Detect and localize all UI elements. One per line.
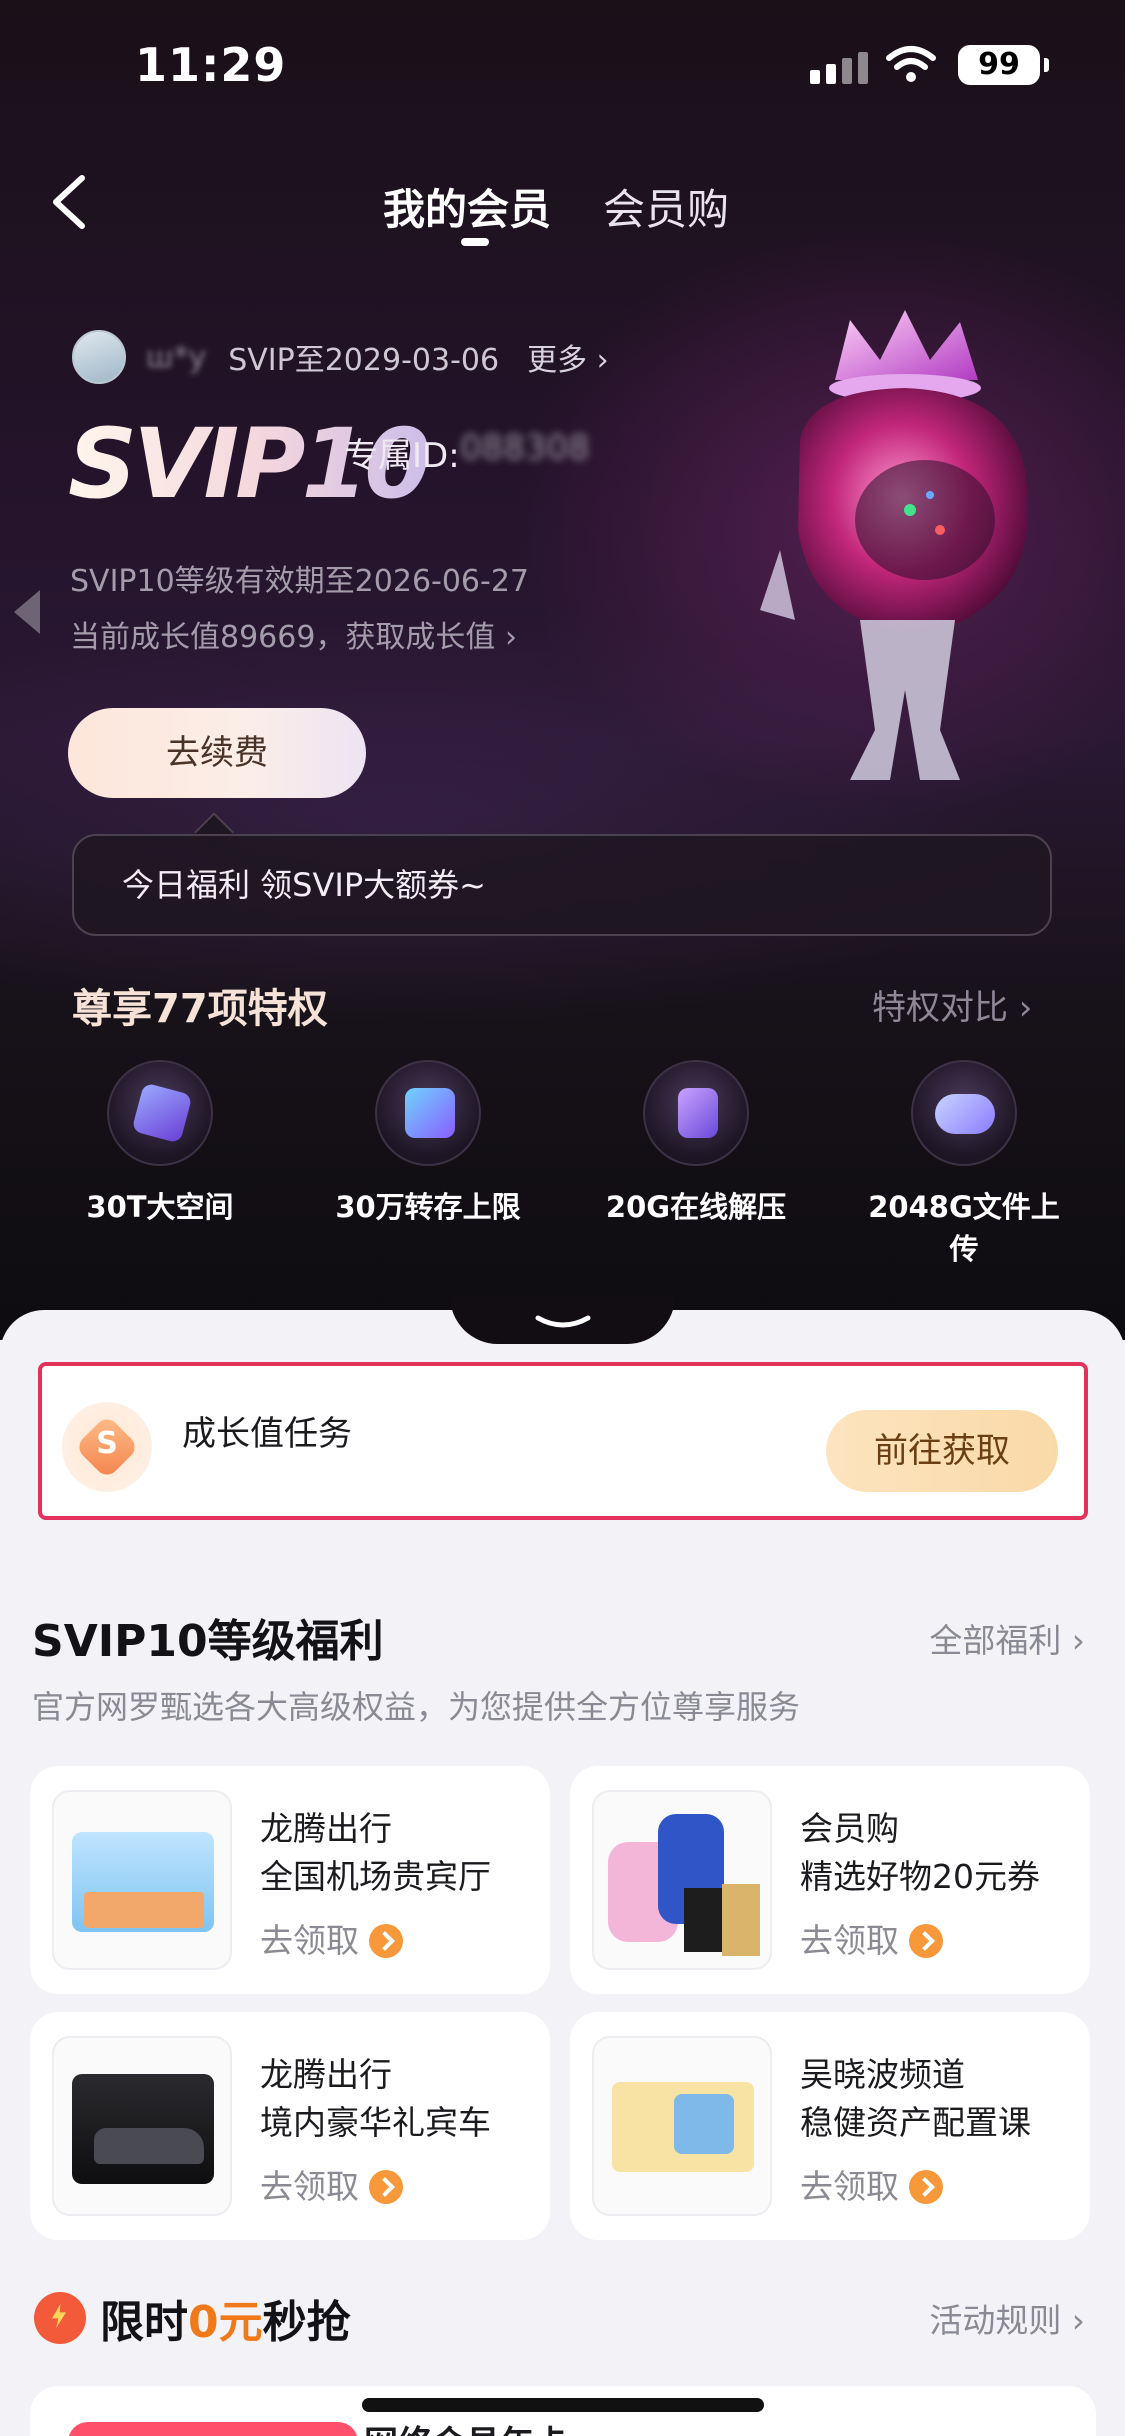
chevron-down-icon[interactable] (534, 1314, 592, 1332)
username: ш*y (146, 339, 207, 375)
luxury-car-image (52, 2036, 232, 2216)
home-indicator (362, 2398, 764, 2412)
benefit-name: 全国机场贵宾厅 (260, 1857, 491, 1896)
arrow-circle-icon (369, 2170, 403, 2204)
growth-task-title: 成长值任务 (182, 1414, 352, 1454)
alarm-clock-icon (34, 2292, 86, 2344)
arrow-circle-icon (909, 2170, 943, 2204)
privilege-compare-label: 特权对比 (872, 988, 1008, 1028)
benefits-description: 官方网罗甄选各大高级权益，为您提供全方位尊享服务 (32, 1688, 801, 1726)
privilege-label: 30万转存上限 (335, 1190, 521, 1224)
crystal-mascot-figure (760, 310, 1028, 780)
privilege-label: 30T大空间 (86, 1190, 234, 1224)
benefit-provider: 吴晓波频道 (800, 2055, 965, 2094)
benefit-provider: 龙腾出行 (260, 1809, 392, 1848)
growth-task-card[interactable]: S 成长值任务 前往获取 (38, 1362, 1088, 1520)
flash-post: 秒抢 (262, 2297, 351, 2348)
privilege-item[interactable]: 20G在线解压 (586, 1060, 806, 1226)
benefit-card-shop-coupon[interactable]: 会员购 精选好物20元券 去领取 (570, 1766, 1090, 1994)
status-bar: 11:29 99 (0, 0, 1125, 130)
renew-button[interactable]: 去续费 (68, 708, 366, 798)
benefit-provider: 龙腾出行 (260, 2055, 392, 2094)
finance-course-image (592, 2036, 772, 2216)
zip-file-icon (643, 1060, 749, 1166)
claim-label: 去领取 (260, 1921, 359, 1960)
exclusive-id-value: 088308 (460, 428, 590, 468)
products-image (592, 1790, 772, 1970)
activity-rules-label: 活动规则 (929, 2301, 1062, 2340)
privileges-title: 尊享77项特权 (72, 986, 328, 1032)
avatar[interactable] (72, 330, 126, 384)
privilege-label: 20G在线解压 (605, 1190, 787, 1224)
claim-link[interactable]: 去领取 (260, 1914, 403, 1962)
growth-value-link[interactable]: 当前成长值89669，获取成长值 › (70, 612, 517, 656)
go-get-button[interactable]: 前往获取 (826, 1410, 1058, 1492)
folder-transfer-icon (375, 1060, 481, 1166)
benefit-provider: 会员购 (800, 1809, 899, 1848)
benefit-name: 稳健资产配置课 (800, 2103, 1031, 2142)
exclusive-id-label: 专属ID: (344, 436, 460, 476)
airport-lounge-image (52, 1790, 232, 1970)
tab-indicator (461, 238, 489, 246)
growth-value-text: 当前成长值89669，获取成长值 (70, 620, 496, 655)
benefits-title: SVIP10等级福利 (32, 1616, 384, 1667)
all-benefits-label: 全部福利 (929, 1621, 1062, 1660)
status-time: 11:29 (135, 38, 287, 92)
privilege-compare-link[interactable]: 特权对比 › (872, 980, 1032, 1029)
benefit-card-lounge[interactable]: 龙腾出行 全国机场贵宾厅 去领取 (30, 1766, 550, 1994)
daily-benefit-tip[interactable]: 今日福利 领SVIP大额券~ (72, 834, 1052, 936)
cloud-upload-icon (911, 1060, 1017, 1166)
claim-link[interactable]: 去领取 (260, 2160, 403, 2208)
cube-storage-icon (107, 1060, 213, 1166)
carousel-prev-icon[interactable] (14, 590, 40, 634)
tab-my-membership[interactable]: 我的会员 (383, 176, 551, 237)
claim-label: 去领取 (800, 2167, 899, 2206)
more-link[interactable]: 更多 › (527, 335, 609, 379)
growth-coin-icon: S (62, 1402, 152, 1492)
cellular-signal-icon (810, 52, 868, 84)
benefit-name: 境内豪华礼宾车 (260, 2103, 491, 2142)
arrow-circle-icon (369, 1924, 403, 1958)
flash-sale-title: 限时 0元 秒抢 (34, 2286, 351, 2350)
battery-icon: 99 (958, 45, 1049, 85)
benefit-card-course[interactable]: 吴晓波频道 稳健资产配置课 去领取 (570, 2012, 1090, 2240)
tab-member-shop[interactable]: 会员购 (603, 176, 729, 237)
privilege-item[interactable]: 30T大空间 (50, 1060, 270, 1226)
benefit-card-limo[interactable]: 龙腾出行 境内豪华礼宾车 去领取 (30, 2012, 550, 2240)
benefit-name: 精选好物20元券 (800, 1857, 1040, 1896)
flash-card-title: 网络会员年卡 (364, 2416, 568, 2436)
privilege-item[interactable]: 2048G文件上传 (854, 1060, 1074, 1268)
claim-label: 去领取 (800, 1921, 899, 1960)
more-label: 更多 (527, 343, 588, 378)
privilege-item[interactable]: 30万转存上限 (318, 1060, 538, 1226)
back-arrow-icon[interactable] (42, 172, 102, 232)
claim-label: 去领取 (260, 2167, 359, 2206)
arrow-circle-icon (909, 1924, 943, 1958)
flash-pre: 限时 (100, 2297, 188, 2348)
flash-card-chip (68, 2422, 358, 2436)
activity-rules-link[interactable]: 活动规则 › (929, 2294, 1085, 2342)
flash-zero: 0元 (188, 2297, 263, 2348)
privilege-label: 2048G文件上传 (868, 1190, 1060, 1266)
level-validity: SVIP10等级有效期至2026-06-27 (70, 564, 530, 599)
wifi-icon (886, 46, 936, 82)
claim-link[interactable]: 去领取 (800, 2160, 943, 2208)
all-benefits-link[interactable]: 全部福利 › (929, 1614, 1085, 1662)
svip-expire-date: SVIP至2029-03-06 (228, 343, 500, 378)
claim-link[interactable]: 去领取 (800, 1914, 943, 1962)
user-info-row[interactable]: ш*y SVIP至2029-03-06 更多 › (72, 326, 609, 388)
